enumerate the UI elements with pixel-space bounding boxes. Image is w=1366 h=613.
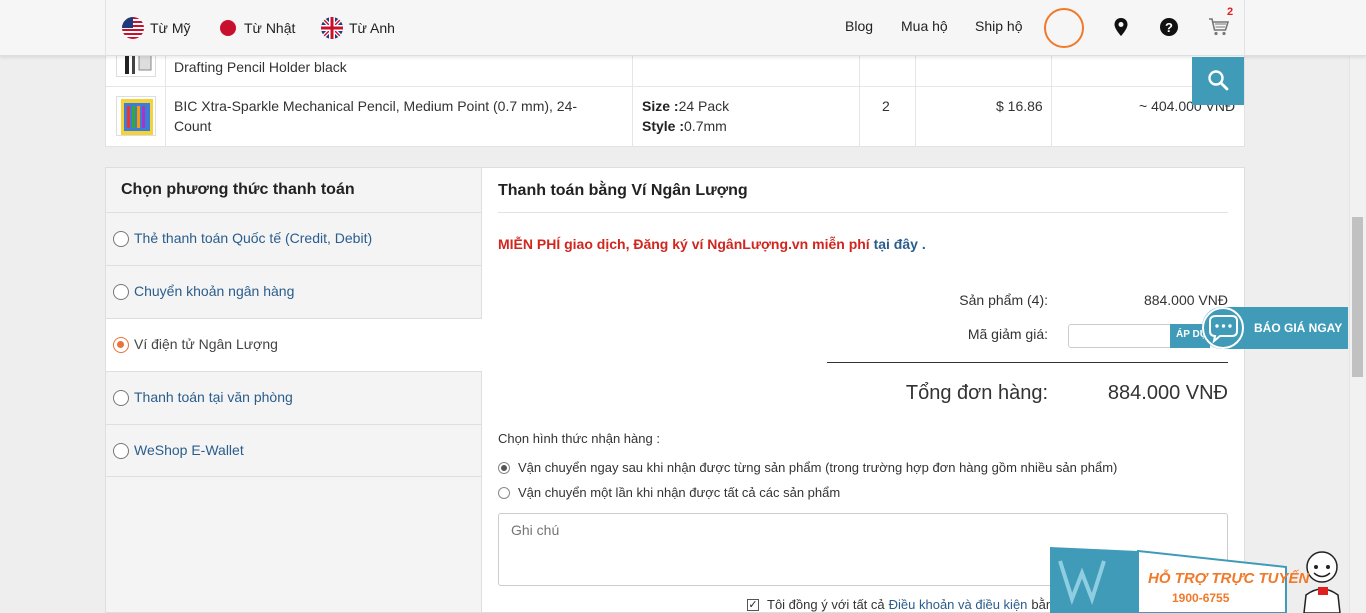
us-flag-icon <box>122 17 144 39</box>
payment-method-bank-transfer[interactable]: Chuyển khoản ngân hàng <box>106 265 483 318</box>
order-total-label: Tổng đơn hàng: <box>905 382 1048 404</box>
search-icon <box>1207 69 1229 94</box>
radio-button[interactable] <box>498 486 510 499</box>
radio-button[interactable] <box>113 390 129 406</box>
coupon-label: Mã giảm giá: <box>967 326 1048 342</box>
origin-jp-label: Từ Nhật <box>244 20 296 36</box>
column-divider <box>859 87 860 147</box>
style-label: Style : <box>642 118 685 134</box>
origin-us-link[interactable]: Từ Mỹ <box>122 16 190 40</box>
payment-method-office[interactable]: Thanh toán tại văn phòng <box>106 371 483 424</box>
terms-agreement: ✓ Tôi đồng ý với tất cả Điều khoản và đi… <box>747 597 1060 612</box>
radio-button[interactable] <box>113 443 129 459</box>
payment-method-label: Ví điện tử Ngân Lượng <box>134 336 278 352</box>
promo-message: MIỄN PHÍ giao dịch, Đăng ký ví NgânLượng… <box>498 236 926 252</box>
search-button[interactable] <box>1192 57 1244 105</box>
product-quantity: 2 <box>882 98 890 114</box>
product-options: Size :24 Pack Style :0.7mm <box>642 96 729 136</box>
payment-method-title: Chọn phương thức thanh toán <box>121 181 355 198</box>
nav-blog[interactable]: Blog <box>845 18 873 34</box>
origin-us-label: Từ Mỹ <box>150 20 191 36</box>
table-row: BIC Xtra-Sparkle Mechanical Pencil, Medi… <box>106 87 1246 147</box>
shipping-method-title: Chọn hình thức nhận hàng : <box>498 431 660 446</box>
terms-text: Tôi đồng ý với tất cả <box>767 597 885 612</box>
scrollbar-thumb[interactable] <box>1352 217 1363 377</box>
promo-text: MIỄN PHÍ giao dịch, Đăng ký ví NgânLượng… <box>498 236 870 252</box>
divider <box>498 212 1228 213</box>
nav-ship-for-me[interactable]: Ship hộ <box>975 18 1022 34</box>
column-divider <box>1051 87 1052 147</box>
radio-button-selected[interactable] <box>498 461 510 474</box>
payment-method-nganluong[interactable]: Ví điện tử Ngân Lượng <box>106 318 483 371</box>
cart-icon[interactable] <box>1208 17 1230 37</box>
location-pin-icon[interactable] <box>1111 17 1131 37</box>
size-label: Size : <box>642 98 679 114</box>
svg-text:?: ? <box>1165 20 1173 35</box>
shipping-option-label: Vận chuyển ngay sau khi nhận được từng s… <box>518 460 1118 475</box>
payment-method-label: Thanh toán tại văn phòng <box>134 389 293 405</box>
payment-method-label: WeShop E-Wallet <box>134 442 244 458</box>
cart-count-badge: 2 <box>1227 6 1234 18</box>
quote-now-button[interactable]: BÁO GIÁ NGAY <box>1202 307 1348 349</box>
column-divider <box>632 87 633 147</box>
payment-method-weshop-wallet[interactable]: WeShop E-Wallet <box>106 424 483 477</box>
product-name[interactable]: BIC Xtra-Sparkle Mechanical Pencil, Medi… <box>174 96 614 136</box>
online-support-widget[interactable]: HỖ TRỢ TRỰC TUYẾN 1900-6755 <box>1048 545 1348 613</box>
terms-link[interactable]: Điều khoản và điều kiện <box>889 597 1028 612</box>
user-avatar[interactable] <box>1044 8 1084 48</box>
jp-flag-icon <box>220 20 236 36</box>
shipping-option-label: Vận chuyển một lần khi nhận được tất cả … <box>518 485 841 500</box>
support-title: HỖ TRỢ TRỰC TUYẾN <box>1148 570 1310 587</box>
support-phone: 1900-6755 <box>1172 591 1230 605</box>
column-divider <box>165 87 166 147</box>
product-price: $ 16.86 <box>996 98 1043 114</box>
uk-flag-icon <box>321 17 343 39</box>
payment-method-credit[interactable]: Thẻ thanh toán Quốc tế (Credit, Debit) <box>106 212 483 265</box>
payment-method-label: Thẻ thanh toán Quốc tế (Credit, Debit) <box>134 230 373 246</box>
payment-method-label: Chuyển khoản ngân hàng <box>134 283 295 299</box>
nav-buy-for-me[interactable]: Mua hộ <box>901 18 948 34</box>
payment-method-panel: Chọn phương thức thanh toán Thẻ thanh to… <box>105 167 483 613</box>
radio-button[interactable] <box>113 284 129 300</box>
coupon-input[interactable] <box>1068 324 1172 348</box>
order-total-value: 884.000 VNĐ <box>1107 382 1228 404</box>
radio-button[interactable] <box>113 231 129 247</box>
origin-jp-link[interactable]: Từ Nhật <box>218 16 295 40</box>
origin-uk-label: Từ Anh <box>349 20 395 36</box>
terms-checkbox[interactable]: ✓ <box>747 598 759 611</box>
total-divider <box>827 362 1228 363</box>
origin-uk-link[interactable]: Từ Anh <box>321 16 395 40</box>
help-icon[interactable]: ? <box>1159 17 1179 37</box>
column-divider <box>915 87 916 147</box>
top-header: Từ Mỹ Từ Nhật Từ Anh Blog Mua hộ Ship hộ <box>0 0 1366 56</box>
promo-register-link[interactable]: tại đây <box>874 236 918 252</box>
header-inner: Từ Mỹ Từ Nhật Từ Anh Blog Mua hộ Ship hộ <box>105 0 1245 56</box>
size-value: 24 Pack <box>678 98 730 114</box>
products-subtotal-label: Sản phẩm (4): <box>959 292 1048 308</box>
quote-now-label: BÁO GIÁ NGAY <box>1254 321 1343 335</box>
products-subtotal-value: 884.000 VNĐ <box>1143 292 1228 308</box>
shipping-option-each[interactable]: Vận chuyển ngay sau khi nhận được từng s… <box>498 460 1117 475</box>
shipping-option-once[interactable]: Vận chuyển một lần khi nhận được tất cả … <box>498 485 840 500</box>
product-thumbnail <box>116 96 156 136</box>
chat-bubble-icon <box>1202 307 1246 349</box>
style-value: 0.7mm <box>684 118 727 134</box>
payment-detail-title: Thanh toán bằng Ví Ngân Lượng <box>498 182 748 199</box>
radio-button-selected[interactable] <box>113 337 129 353</box>
product-name[interactable]: Drafting Pencil Holder black <box>174 57 614 77</box>
promo-end: . <box>921 236 926 252</box>
